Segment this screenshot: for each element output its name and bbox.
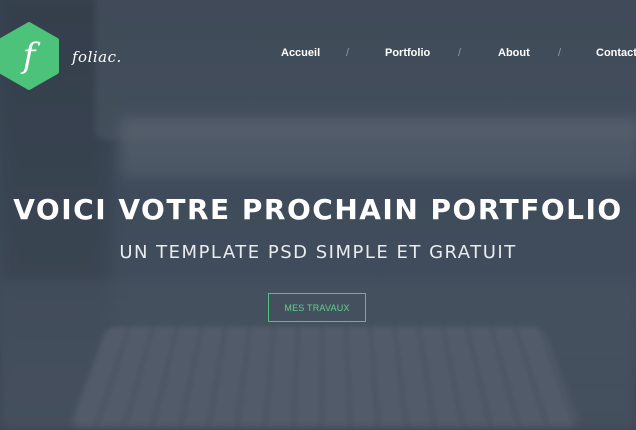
main-nav: Accueil / Portfolio / About / Contact <box>0 47 636 65</box>
hero-section: f foliac. Accueil / Portfolio / About / … <box>0 0 636 430</box>
nav-item-portfolio[interactable]: Portfolio <box>385 47 430 59</box>
hero-subheadline: UN TEMPLATE PSD SIMPLE ET GRATUIT <box>119 242 517 263</box>
nav-separator: / <box>458 47 462 59</box>
nav-item-about[interactable]: About <box>498 47 530 59</box>
my-work-button[interactable]: MES TRAVAUX <box>268 293 366 322</box>
nav-separator: / <box>558 47 562 59</box>
nav-item-contact[interactable]: Contact <box>596 47 636 59</box>
nav-item-accueil[interactable]: Accueil <box>281 47 320 59</box>
hero-headline: VOICI VOTRE PROCHAIN PORTFOLIO <box>13 193 623 226</box>
nav-separator: / <box>346 47 350 59</box>
